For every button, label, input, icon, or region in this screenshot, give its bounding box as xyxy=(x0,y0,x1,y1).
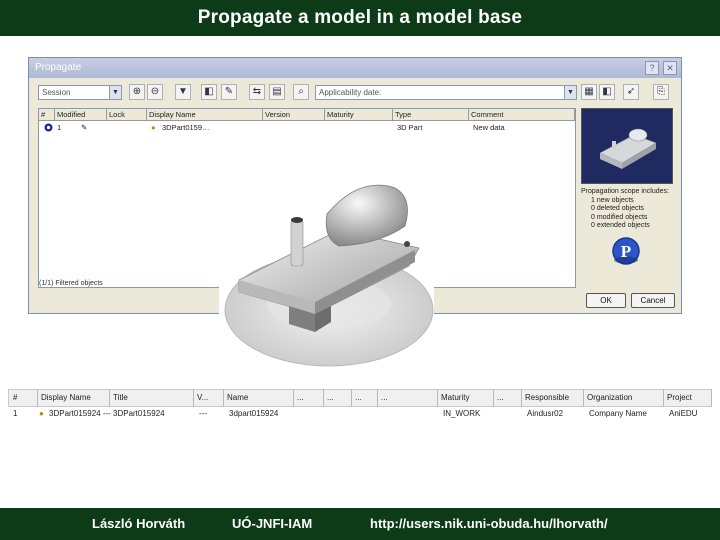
swap-icon[interactable]: ⇆ xyxy=(249,84,265,100)
row-comment: New data xyxy=(473,123,505,132)
results-version: --- xyxy=(199,409,207,418)
scope-item: 0 modified objects xyxy=(591,213,648,221)
ok-button[interactable]: OK xyxy=(586,293,626,308)
results-column-header[interactable]: Organization xyxy=(584,389,664,407)
grid-header: # Modified Lock Display Name Version Mat… xyxy=(39,109,575,121)
session-combo-value: Session xyxy=(42,88,71,97)
calendar-icon[interactable]: ▦ xyxy=(581,84,597,100)
results-column-header[interactable]: ... xyxy=(378,389,438,407)
results-organization: Company Name xyxy=(589,409,647,418)
footer-author: László Horváth xyxy=(92,516,186,531)
results-project: AniEDU xyxy=(669,409,698,418)
results-column-header[interactable]: Display Name xyxy=(38,389,110,407)
grid-column-header[interactable]: Modified xyxy=(55,109,107,120)
row-display-name: 3DPart0159… xyxy=(162,123,210,132)
dialog-titlebar: Propagate ? ✕ xyxy=(29,58,681,78)
zoom-icon[interactable]: ⌕ xyxy=(293,84,309,100)
status-icon xyxy=(42,123,53,133)
slide-title: Propagate a model in a model base xyxy=(0,0,720,36)
zoom-in-icon[interactable]: ⊕ xyxy=(129,84,145,100)
results-responsible: Aindusr02 xyxy=(527,409,564,418)
part-thumbnail xyxy=(581,108,673,184)
dialog-toolbar: Session ▼ ⊕ ⊖ ▼ ◧ ✎ ⇆ ▤ ⌕ Applicability … xyxy=(29,80,681,106)
row-type: 3D Part xyxy=(397,123,423,132)
select-icon[interactable]: ◧ xyxy=(599,84,615,100)
chevron-down-icon[interactable]: ▼ xyxy=(564,86,576,99)
part-render-image xyxy=(219,174,434,372)
pointer-icon[interactable]: ➶ xyxy=(623,84,639,100)
results-column-header[interactable]: Project xyxy=(664,389,712,407)
scope-heading: Propagation scope includes: xyxy=(581,188,669,195)
results-column-header[interactable]: ... xyxy=(352,389,378,407)
results-column-header[interactable]: ... xyxy=(494,389,522,407)
filter-status: (1/1) Filtered objects xyxy=(39,280,103,287)
results-column-header[interactable]: Maturity xyxy=(438,389,494,407)
results-column-header[interactable]: V... xyxy=(194,389,224,407)
propagation-scope: Propagation scope includes: 1 new object… xyxy=(581,188,676,231)
session-combo[interactable]: Session ▼ xyxy=(38,85,122,100)
results-title: 3DPart015924 xyxy=(113,409,165,418)
chevron-down-icon[interactable]: ▼ xyxy=(109,86,121,99)
results-column-header[interactable]: # xyxy=(10,389,38,407)
row-number: 1 xyxy=(57,123,62,132)
grid-column-header[interactable]: Version xyxy=(263,109,325,120)
results-name: 3dpart015924 xyxy=(229,409,279,418)
zoom-out-icon[interactable]: ⊖ xyxy=(147,84,163,100)
svg-text:P: P xyxy=(621,242,631,261)
scope-item: 0 extended objects xyxy=(591,222,650,229)
slide-footer: László Horváth UÓ-JNFI-IAM http://users.… xyxy=(0,508,720,540)
results-maturity: IN_WORK xyxy=(443,409,481,418)
edit-icon[interactable]: ✎ xyxy=(221,84,237,100)
results-row-number: 1 xyxy=(13,409,18,418)
select-icon[interactable]: ◧ xyxy=(201,84,217,100)
results-column-header[interactable]: ... xyxy=(324,389,352,407)
results-column-header[interactable]: Title xyxy=(110,389,194,407)
document-search-icon[interactable]: ⎘ xyxy=(653,84,669,100)
grid-column-header[interactable]: Type xyxy=(393,109,469,120)
part-icon: ● xyxy=(151,123,156,132)
grid-column-header[interactable]: Display Name xyxy=(147,109,263,120)
footer-url[interactable]: http://users.nik.uni-obuda.hu/lhorvath/ xyxy=(370,516,608,531)
help-button[interactable]: ? xyxy=(645,61,659,75)
grid-column-header[interactable]: Comment xyxy=(469,109,575,120)
applicability-date-label: Applicability date: xyxy=(319,88,382,97)
filter-icon[interactable]: ▼ xyxy=(175,84,191,100)
results-table: # Display Name Title V... Name ... ... .… xyxy=(0,389,720,429)
grid-column-header[interactable]: Lock xyxy=(107,109,147,120)
part-icon: ● xyxy=(39,409,44,418)
results-column-header[interactable]: Responsible xyxy=(522,389,584,407)
modified-icon: ✎ xyxy=(81,123,88,132)
cancel-button[interactable]: Cancel xyxy=(631,293,675,308)
footer-institution: UÓ-JNFI-IAM xyxy=(232,516,313,531)
scope-item: 0 deleted objects xyxy=(591,205,644,212)
close-button[interactable]: ✕ xyxy=(663,61,677,75)
grid-column-header[interactable]: Maturity xyxy=(325,109,393,120)
propagate-logo-icon: P xyxy=(611,236,641,266)
results-display-name: 3DPart015924 --- xyxy=(49,409,111,418)
results-column-header[interactable]: ... xyxy=(294,389,324,407)
applicability-date-combo[interactable]: Applicability date: ▼ xyxy=(315,85,577,100)
results-column-header[interactable]: Name xyxy=(224,389,294,407)
grid-column-header[interactable]: # xyxy=(39,109,55,120)
dialog-title: Propagate xyxy=(35,62,82,73)
scope-item: 1 new objects xyxy=(591,196,634,204)
paste-icon[interactable]: ▤ xyxy=(269,84,285,100)
